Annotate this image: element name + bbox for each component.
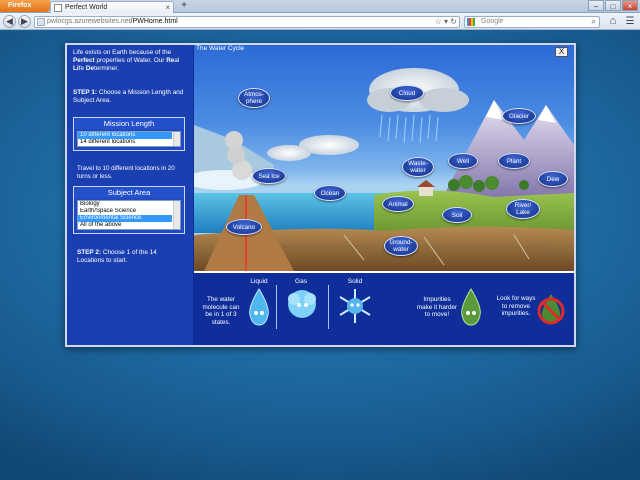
browser-tab-bar: Firefox Perfect World × + – □ × [0,0,640,13]
subject-option[interactable]: All of the above [78,222,172,229]
mission-description: Travel to 10 different locations in 20 t… [77,165,175,180]
listbox-scrollbar[interactable] [173,201,180,229]
location-dew[interactable]: Dew [538,171,568,187]
step2-text: STEP 2: Choose 1 of the 14 Locations to … [77,249,157,264]
tab-perfect-world[interactable]: Perfect World × [50,1,174,13]
subject-option[interactable]: Biology [78,201,172,208]
location-wastewater[interactable]: Waste-water [402,157,434,177]
window-controls: – □ × [588,0,638,12]
subject-option[interactable]: Environmental Science [78,215,172,222]
solid-snowflake-icon [339,289,371,323]
search-input[interactable]: Google ⌕ [464,16,600,28]
url-bar[interactable]: pwlocgs.azurewebsites.net/PWHome.html ☆ … [34,16,460,28]
subject-option[interactable]: Earth/Space Science [78,208,172,215]
tab-close-icon[interactable]: × [165,2,170,13]
strip-divider [328,285,329,329]
step1-text: STEP 1: Choose a Mission Length and Subj… [73,89,184,104]
water-states-strip: The water molecule can be in 1 of 3 stat… [194,271,574,345]
scene-close-button[interactable]: X [555,47,568,57]
reload-icon[interactable]: ☆ ▾ ↻ [435,17,457,27]
page-favicon-icon [54,4,62,12]
mission-option[interactable]: 10 different locations [78,132,172,139]
subject-area-panel: Subject Area Biology Earth/Space Science… [73,186,185,234]
perfect-world-app: Life exists on Earth because of the Perf… [65,43,576,347]
url-path: /PWHome.html [130,18,178,25]
mission-length-panel: Mission Length 10 different locations 14… [73,117,185,151]
mission-length-select[interactable]: 10 different locations 14 different loca… [77,131,181,147]
location-cloud[interactable]: Cloud [390,85,424,101]
liquid-droplet-icon [249,288,269,326]
intro-text: Life exists on Earth because of the Perf… [73,49,180,72]
mission-setup-panel: Life exists on Earth because of the Perf… [67,45,193,345]
gas-cloud-icon [288,290,316,318]
search-placeholder: Google [481,18,504,25]
location-glacier[interactable]: Glacier [502,108,536,124]
google-engine-icon[interactable] [467,18,475,26]
location-groundwater[interactable]: Ground-water [384,236,418,256]
new-tab-button[interactable]: + [178,1,190,12]
location-plant[interactable]: Plant [498,153,530,169]
scene-title: The Water Cycle [196,45,245,52]
gas-label: Gas [295,278,307,285]
location-animal[interactable]: Animal [382,196,414,212]
location-river-lake[interactable]: River/Lake [506,199,540,219]
location-well[interactable]: Well [448,153,478,169]
site-identity-icon[interactable] [37,18,45,26]
location-soil[interactable]: Soil [442,207,472,223]
liquid-label: Liquid [250,278,268,285]
search-icon[interactable]: ⌕ [592,17,596,27]
firefox-menu-button[interactable]: Firefox [0,0,50,12]
location-ocean[interactable]: Ocean [314,185,346,201]
location-sea-ice[interactable]: Sea Ice [252,168,286,184]
location-volcano[interactable]: Volcano [226,219,262,235]
solid-label: Solid [347,278,363,285]
listbox-scrollbar[interactable] [173,132,180,146]
mission-length-title: Mission Length [74,118,184,129]
navigation-toolbar: ◀ ▶ pwlocgs.azurewebsites.net/PWHome.htm… [0,13,640,30]
no-impurities-icon [537,294,565,325]
strip-divider [276,285,277,329]
mission-option[interactable]: 14 different locations [78,139,172,146]
minimize-icon[interactable]: – [588,0,604,11]
home-icon[interactable]: ⌂ [606,15,620,28]
subject-area-select[interactable]: Biology Earth/Space Science Environmenta… [77,200,181,230]
impurities-text: Impurities make it harder to move! [416,296,458,318]
impure-droplet-icon [461,288,481,326]
window-close-icon[interactable]: × [622,0,638,11]
forward-button[interactable]: ▶ [18,15,31,28]
remove-impurities-text: Look for ways to remove impurities. [496,295,536,317]
maximize-icon[interactable]: □ [605,0,621,11]
bookmarks-icon[interactable]: ☰ [624,15,636,28]
subject-area-title: Subject Area [74,187,184,198]
url-host: pwlocgs.azurewebsites.net [47,18,131,25]
location-atmosphere[interactable]: Atmos-phere [238,88,270,108]
page-background: Life exists on Earth because of the Perf… [0,31,640,480]
water-cycle-scene: The Water Cycle X Atmos-phere Cloud Glac… [194,45,574,271]
back-button[interactable]: ◀ [3,15,16,28]
tab-title: Perfect World [65,4,108,11]
molecule-states-text: The water molecule can be in 1 of 3 stat… [202,296,240,326]
